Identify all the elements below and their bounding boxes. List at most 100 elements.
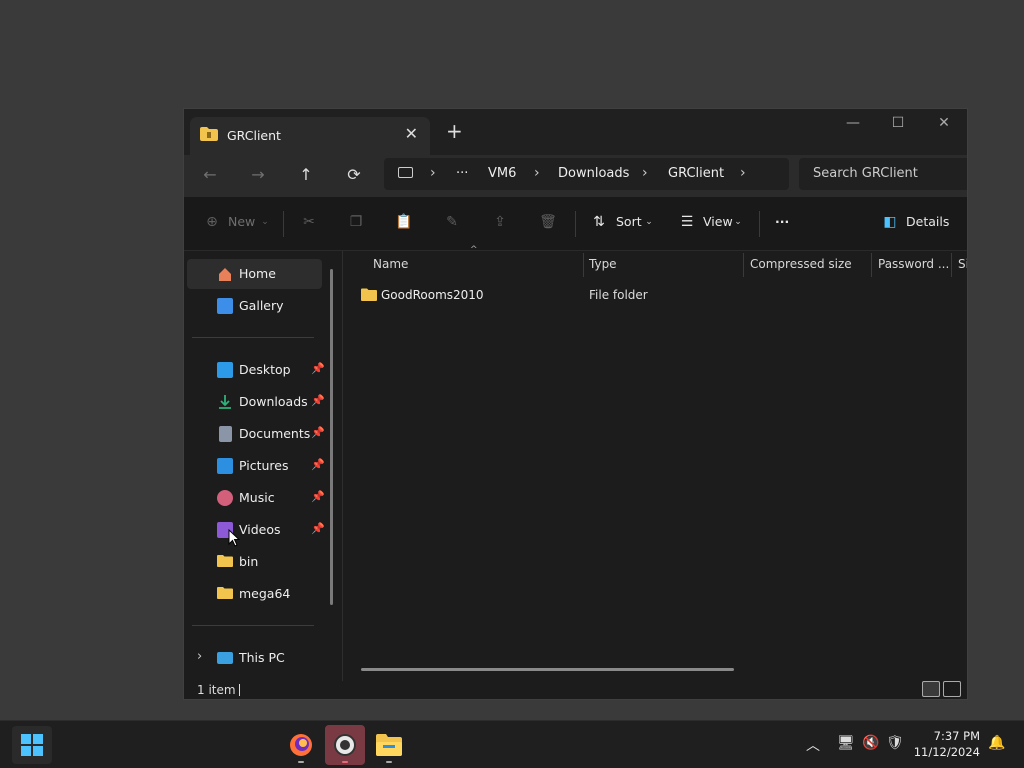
- large-icons-view-button[interactable]: [943, 681, 961, 697]
- navigation-pane: Home Gallery Desktop 📌 Downloads 📌 Docum…: [184, 251, 342, 681]
- sidebar-item-label: Videos: [239, 522, 281, 537]
- column-header-type[interactable]: Type: [589, 257, 617, 271]
- running-indicator: [386, 761, 392, 763]
- new-button[interactable]: New: [228, 214, 255, 229]
- sidebar-item-home[interactable]: Home: [187, 259, 322, 289]
- new-tab-button[interactable]: +: [446, 121, 463, 141]
- folder-zip-icon: [200, 127, 218, 141]
- start-button[interactable]: [12, 726, 52, 764]
- firefox-icon: [290, 734, 312, 756]
- this-pc-icon: [217, 652, 233, 664]
- windows-logo-icon: [21, 746, 31, 756]
- paste-icon[interactable]: 📋: [395, 214, 413, 232]
- item-count: 1 item: [197, 683, 236, 697]
- toolbar-divider: [575, 211, 576, 237]
- column-divider[interactable]: [951, 253, 952, 277]
- view-icon: ☰: [680, 214, 694, 230]
- tab-grclient[interactable]: GRClient ✕: [190, 117, 430, 155]
- taskbar-app-active[interactable]: [325, 725, 365, 765]
- sidebar-item-bin[interactable]: bin: [187, 547, 322, 577]
- address-bar[interactable]: › ··· › VM6 Downloads › GRClient ›: [384, 158, 789, 190]
- search-box[interactable]: Search GRClient: [799, 158, 967, 190]
- network-icon[interactable]: 🖥: [837, 735, 855, 751]
- sidebar-item-mega64[interactable]: mega64: [187, 579, 322, 609]
- chevron-right-icon: ›: [642, 165, 648, 181]
- horizontal-scrollbar[interactable]: [361, 668, 734, 671]
- more-options-button[interactable]: ···: [775, 214, 789, 229]
- column-divider[interactable]: [583, 253, 584, 277]
- breadcrumb-grclient[interactable]: GRClient: [668, 166, 724, 181]
- breadcrumb-downloads[interactable]: Downloads: [558, 166, 629, 181]
- sidebar-item-this-pc[interactable]: › This PC: [187, 643, 322, 673]
- column-header-compressed-size[interactable]: Compressed size: [750, 257, 852, 271]
- home-icon: [217, 266, 233, 282]
- pin-icon: 📌: [311, 362, 325, 375]
- sidebar-item-desktop[interactable]: Desktop 📌: [187, 355, 325, 385]
- windows-logo-icon: [33, 746, 43, 756]
- sidebar-item-music[interactable]: Music 📌: [187, 483, 325, 513]
- column-divider[interactable]: [743, 253, 744, 277]
- notification-bell-icon[interactable]: 🔔: [988, 735, 1005, 751]
- taskbar-firefox[interactable]: [281, 725, 321, 765]
- document-icon: [219, 426, 232, 442]
- cut-icon[interactable]: ✂: [300, 214, 318, 232]
- security-icon[interactable]: 🛡: [886, 735, 904, 751]
- taskbar-file-explorer[interactable]: [369, 725, 409, 765]
- sidebar-item-label: Gallery: [239, 298, 284, 313]
- folder-icon: [361, 288, 377, 301]
- chevron-right-icon: ›: [430, 165, 436, 181]
- breadcrumb-more[interactable]: ···: [456, 166, 468, 181]
- chevron-down-icon: ⌄: [645, 217, 653, 227]
- rename-icon[interactable]: ✎: [443, 214, 461, 232]
- copy-icon[interactable]: ❐: [347, 214, 365, 232]
- details-view-button[interactable]: [922, 681, 940, 697]
- tab-close-icon[interactable]: ✕: [405, 124, 418, 143]
- share-icon[interactable]: ⇪: [491, 214, 509, 232]
- pin-icon: 📌: [311, 394, 325, 407]
- delete-icon[interactable]: 🗑: [539, 214, 557, 232]
- up-button[interactable]: ↑: [294, 165, 318, 187]
- sort-ascending-icon: ^: [470, 245, 478, 255]
- show-hidden-icons-chevron-icon[interactable]: ︿: [806, 735, 820, 755]
- file-explorer-icon: [376, 734, 402, 756]
- navigation-bar: ← → ↑ ⟳ › ··· › VM6 Downloads › GRClient…: [184, 155, 967, 197]
- search-input[interactable]: Search GRClient: [813, 166, 918, 181]
- system-clock[interactable]: 7:37 PM 11/12/2024: [914, 728, 980, 760]
- maximize-button[interactable]: ☐: [875, 115, 921, 131]
- file-explorer-window: GRClient ✕ + — ☐ ✕ ← → ↑ ⟳ › ··· › VM6 D…: [183, 108, 968, 700]
- refresh-button[interactable]: ⟳: [342, 165, 366, 187]
- details-button[interactable]: Details: [906, 214, 949, 229]
- toolbar-divider: [759, 211, 760, 237]
- running-indicator: [298, 761, 304, 763]
- computer-icon: [398, 167, 413, 178]
- chevron-down-icon: ⌄: [261, 217, 269, 227]
- app-icon: [334, 734, 356, 756]
- status-bar: 1 item: [184, 681, 967, 699]
- sort-button[interactable]: Sort: [616, 214, 642, 229]
- minimize-button[interactable]: —: [830, 115, 876, 131]
- sidebar-item-pictures[interactable]: Pictures 📌: [187, 451, 325, 481]
- clock-time: 7:37 PM: [933, 729, 980, 743]
- column-divider[interactable]: [871, 253, 872, 277]
- sidebar-item-downloads[interactable]: Downloads 📌: [187, 387, 325, 417]
- column-header-name[interactable]: Name: [373, 257, 408, 271]
- table-row[interactable]: GoodRooms2010 File folder: [357, 285, 957, 307]
- volume-muted-icon[interactable]: 🔇: [862, 735, 879, 751]
- sidebar-scrollbar[interactable]: [330, 269, 333, 605]
- sidebar-divider: [192, 625, 314, 626]
- breadcrumb-vm6[interactable]: VM6: [488, 166, 516, 181]
- forward-button[interactable]: →: [246, 165, 270, 187]
- sidebar-item-gallery[interactable]: Gallery: [187, 291, 322, 321]
- file-list: Name ^ Type Compressed size Password ...…: [343, 245, 967, 681]
- back-button[interactable]: ←: [198, 165, 222, 187]
- sidebar-item-videos[interactable]: Videos 📌: [187, 515, 325, 545]
- chevron-right-icon[interactable]: ›: [197, 649, 202, 664]
- pin-icon: 📌: [311, 490, 325, 503]
- windows-logo-icon: [21, 734, 31, 744]
- close-window-button[interactable]: ✕: [921, 115, 967, 131]
- sidebar-item-label: This PC: [239, 650, 285, 665]
- sidebar-item-label: bin: [239, 554, 259, 569]
- sidebar-item-documents[interactable]: Documents 📌: [187, 419, 325, 449]
- column-header-size[interactable]: Si: [958, 257, 967, 271]
- column-header-password[interactable]: Password ...: [878, 257, 949, 271]
